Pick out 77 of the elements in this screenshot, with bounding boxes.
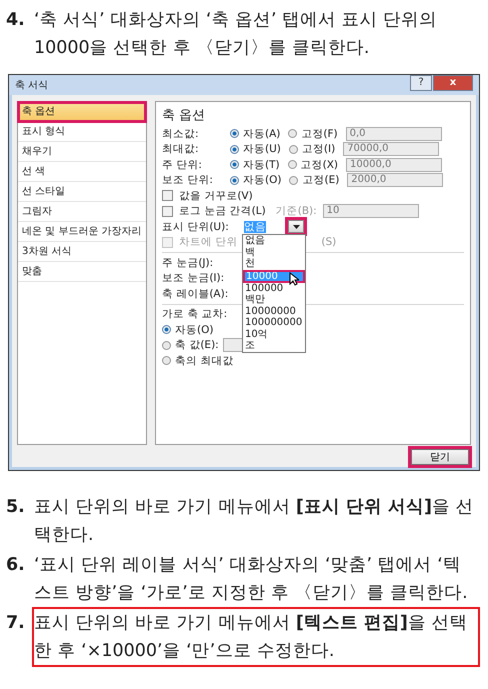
close-button[interactable]: x	[433, 75, 473, 91]
radio-button[interactable]	[162, 325, 171, 334]
sidebar-item[interactable]: 축 옵션	[18, 102, 146, 122]
radio-label: 자동(T)	[243, 158, 280, 172]
radio-label: 고정(X)	[300, 158, 338, 172]
input-field[interactable]: 10	[322, 204, 419, 218]
checkbox-label: (S)	[321, 236, 336, 248]
radio-label: 고정(I)	[302, 142, 336, 156]
sidebar-item[interactable]: 네온 및 부드러운 가장자리	[18, 222, 146, 242]
help-button[interactable]: ?	[410, 75, 432, 91]
radio-button[interactable]	[288, 129, 298, 138]
window-title: 축 서식	[15, 79, 48, 92]
sidebar-item[interactable]: 선 색	[18, 162, 146, 182]
input-field[interactable]: 0,0	[346, 126, 442, 141]
step-text: ‘표시 단위 레이블 서식’ 대화상자의 ‘맞춤’ 탭에서 ‘텍스트 방향’을 ‘가로’로 지정한 후 〈닫기〉를 클릭한다.	[34, 554, 469, 605]
radio-button[interactable]	[162, 356, 171, 366]
dropdown-option[interactable]: 10000000	[243, 306, 305, 318]
dropdown-button[interactable]	[288, 220, 304, 234]
dropdown-option[interactable]: 백	[243, 246, 305, 258]
radio-label: 고정(F)	[301, 126, 338, 141]
step-text: 표시 단위의 바로 가기 메뉴에서 [표시 단위 서식]을 선택한다.	[34, 496, 475, 547]
step-number: 6.	[6, 554, 26, 577]
checkbox-label: 차트에 단위	[179, 235, 238, 250]
input-field[interactable]: 70000,0	[343, 142, 440, 156]
field-label: 최대값:	[162, 142, 200, 156]
step-number: 4.	[6, 9, 26, 32]
field-label: 주 단위:	[162, 158, 203, 172]
sidebar-item[interactable]: 선 스타일	[18, 182, 146, 202]
sidebar-item[interactable]: 그림자	[18, 202, 146, 222]
radio-label: 자동(O)	[175, 322, 214, 337]
field-label: 축 레이블(A):	[162, 286, 230, 301]
dropdown-option[interactable]: 조	[243, 340, 305, 352]
field-label: 보조 눈금(I):	[162, 271, 226, 286]
radio-button[interactable]	[230, 129, 239, 138]
radio-button[interactable]	[288, 144, 298, 154]
step-text: 표시 단위의 바로 가기 메뉴에서 [텍스트 편집]을 선택한 후 ‘×10000’을 ‘만’으로 수정한다.	[34, 609, 478, 665]
dropdown-option[interactable]: 10억	[243, 328, 305, 340]
radio-label: 축의 최대값	[175, 354, 234, 368]
field-label: 기준(B):	[276, 204, 317, 218]
panel-title: 축 옵션	[162, 107, 206, 124]
dropdown-option[interactable]: 없음	[243, 235, 305, 247]
radio-label: 고정(E)	[302, 173, 340, 188]
sidebar-item[interactable]: 채우기	[18, 142, 146, 162]
checkbox[interactable]	[162, 190, 173, 202]
input-field[interactable]: 10000,0	[346, 158, 442, 172]
dropdown-option[interactable]: 백만	[243, 294, 305, 306]
dropdown-option[interactable]: 100000	[243, 282, 305, 294]
step-number: 5.	[6, 496, 26, 519]
radio-button[interactable]	[230, 160, 239, 170]
radio-button[interactable]	[162, 340, 171, 350]
cursor-icon	[289, 272, 299, 286]
field-label: 보조 단위:	[162, 173, 214, 188]
caret-icon	[292, 224, 300, 229]
checkbox-label: 로그 눈금 간격(L)	[179, 204, 266, 218]
field-label: 주 눈금(J):	[162, 256, 214, 270]
radio-label: 자동(O)	[243, 173, 282, 188]
radio-label: 자동(A)	[243, 126, 280, 141]
input-field[interactable]: 2000,0	[347, 173, 444, 188]
radio-button[interactable]	[230, 144, 239, 154]
checkbox-label: 값을 거꾸로(V)	[179, 188, 253, 203]
field-label: 가로 축 교차:	[162, 307, 228, 322]
radio-button[interactable]	[288, 160, 297, 170]
dropdown-option[interactable]: 100000000	[243, 317, 305, 329]
sidebar-item[interactable]: 표시 형식	[18, 122, 146, 142]
field-label: 표시 단위(U):	[162, 220, 230, 234]
checkbox[interactable]	[162, 206, 173, 217]
step-text: ‘축 서식’ 대화상자의 ‘축 옵션’ 탭에서 표시 단위의 10000을 선택한 후 〈닫기〉를 클릭한다.	[34, 9, 438, 60]
radio-label: 자동(U)	[243, 142, 281, 156]
step-number: 7.	[6, 612, 26, 635]
field-label: 최소값:	[162, 126, 200, 141]
sidebar-item[interactable]: 맞춤	[18, 262, 146, 282]
radio-button[interactable]	[230, 176, 239, 185]
radio-button[interactable]	[289, 176, 298, 185]
dropdown-option[interactable]: 천	[243, 258, 305, 270]
sidebar-item[interactable]: 3차원 서식	[18, 242, 146, 262]
close-dialog-button[interactable]: 닫기	[411, 449, 469, 465]
radio-label: 축 값(E):	[175, 338, 219, 352]
